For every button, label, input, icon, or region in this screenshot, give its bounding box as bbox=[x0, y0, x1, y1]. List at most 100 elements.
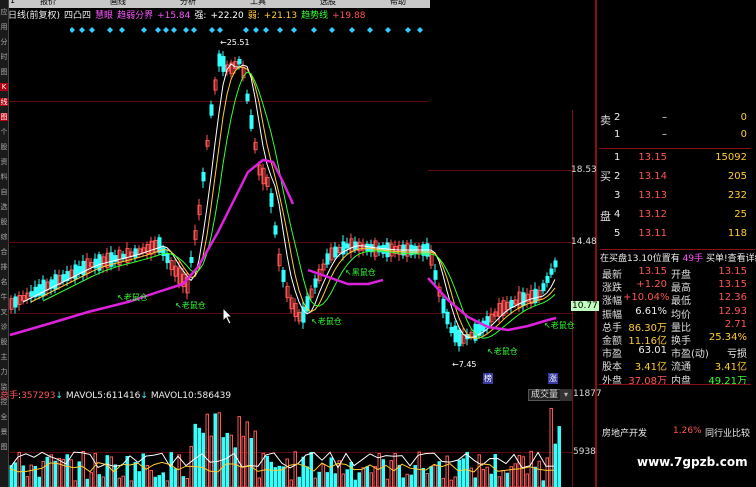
volume-bar bbox=[165, 480, 169, 487]
volume-bar bbox=[429, 466, 433, 487]
leftbar-tab[interactable]: 综 bbox=[0, 233, 8, 241]
volume-bar bbox=[405, 473, 409, 487]
volume-bar bbox=[297, 476, 301, 487]
menu-item[interactable]: 工具 bbox=[250, 0, 266, 7]
industry-compare-link[interactable]: 同行业比较 bbox=[705, 426, 750, 439]
leftbar-tab[interactable]: 图 bbox=[0, 443, 8, 451]
buy-level-row[interactable]: 3 13.13 232 bbox=[599, 190, 751, 207]
candle-body bbox=[273, 225, 278, 235]
volume-bar bbox=[173, 468, 177, 487]
volume-bar bbox=[21, 465, 25, 487]
candle-body bbox=[237, 59, 242, 65]
volume-bar bbox=[385, 478, 389, 487]
volume-bar bbox=[109, 456, 113, 487]
volume-bar bbox=[89, 472, 93, 487]
menu-item[interactable]: 帮助 bbox=[390, 0, 406, 7]
menu-item[interactable]: 1 bbox=[10, 0, 15, 5]
volume-bar bbox=[153, 476, 157, 487]
leftbar-tab[interactable]: 牛 bbox=[0, 293, 8, 301]
leftbar-tab[interactable]: 时 bbox=[0, 53, 8, 61]
volume-bar bbox=[477, 454, 481, 487]
volume-bar bbox=[461, 458, 465, 487]
leftbar-tab[interactable]: 资 bbox=[0, 158, 8, 166]
leftbar-tab[interactable]: 应 bbox=[0, 8, 8, 16]
candle-body bbox=[189, 257, 194, 263]
leftbar-tab[interactable]: 分 bbox=[0, 38, 8, 46]
leftbar-tab[interactable]: 料 bbox=[0, 173, 8, 181]
volume-bar bbox=[69, 459, 73, 487]
leftbar-tab[interactable]: 股 bbox=[0, 218, 8, 226]
buy-level-row[interactable]: 5 13.11 118 bbox=[599, 228, 751, 245]
sell-level-row[interactable]: 1–0 bbox=[599, 129, 751, 146]
volume-bar bbox=[513, 463, 517, 487]
leftbar-tab[interactable]: 主 bbox=[0, 353, 8, 361]
candle-body bbox=[381, 244, 386, 254]
volume-bar bbox=[433, 464, 437, 487]
leftbar-tab[interactable]: 线 bbox=[0, 98, 8, 106]
leftbar-tab[interactable]: 图 bbox=[0, 68, 8, 76]
volume-axis-label: 11877 bbox=[573, 389, 602, 399]
volume-bar bbox=[81, 450, 85, 487]
leftbar-tab[interactable]: 叉 bbox=[0, 308, 8, 316]
buy-level-row[interactable]: 4 13.12 25 bbox=[599, 209, 751, 226]
buy-level-row[interactable]: 1 13.15 15092 bbox=[599, 152, 751, 169]
leftbar-tab[interactable]: 选 bbox=[0, 203, 8, 211]
period-label[interactable]: 日线(前复权) bbox=[8, 11, 60, 21]
candle-body bbox=[541, 283, 546, 292]
candle-body bbox=[269, 193, 274, 207]
volume-bar bbox=[249, 438, 253, 487]
leftbar-tab[interactable]: 合 bbox=[0, 248, 8, 256]
volume-bar bbox=[17, 451, 21, 487]
volume-bar bbox=[13, 462, 17, 487]
volume-bar bbox=[369, 472, 373, 487]
leftbar-tab[interactable]: K bbox=[0, 83, 8, 91]
volume-bar bbox=[377, 453, 381, 487]
leftbar-tab[interactable]: 名 bbox=[0, 278, 8, 286]
quote-row: 振幅 6.61% 均价 12.93 bbox=[602, 305, 747, 321]
menu-item[interactable]: 画线 bbox=[110, 0, 126, 7]
leftbar-tab[interactable]: 股 bbox=[0, 143, 8, 151]
candle-body bbox=[345, 243, 350, 249]
rat-signal: ↖老鼠仓 bbox=[311, 317, 342, 326]
menu-item[interactable]: 报价 bbox=[40, 0, 56, 7]
leftbar-tab[interactable]: 景 bbox=[0, 428, 8, 436]
sell-level-row[interactable]: 2–0 bbox=[599, 112, 751, 129]
volume-bar bbox=[313, 477, 317, 487]
order-detail-link[interactable]: 买单!查看详细 bbox=[706, 254, 756, 264]
volume-bar bbox=[121, 475, 125, 487]
volume-bar bbox=[73, 480, 77, 487]
leftbar-tab[interactable]: 用 bbox=[0, 23, 8, 31]
buy-level-row[interactable]: 2 13.14 205 bbox=[599, 171, 751, 188]
volume-bar bbox=[505, 472, 509, 487]
leftbar-tab[interactable]: 全 bbox=[0, 413, 8, 421]
menu-item[interactable]: 分析 bbox=[180, 0, 196, 7]
leftbar-tab[interactable]: 个 bbox=[0, 128, 8, 136]
volume-bar bbox=[65, 454, 69, 487]
volume-bar bbox=[245, 421, 249, 487]
volume-bar bbox=[497, 476, 501, 487]
volume-bar bbox=[97, 474, 101, 487]
industry-bar[interactable]: 房地产开发 1.26% 同行业比较 bbox=[599, 425, 756, 439]
volume-bar bbox=[545, 457, 549, 487]
leftbar-tab[interactable]: 诊 bbox=[0, 323, 8, 331]
menu-item[interactable]: 选股 bbox=[320, 0, 336, 7]
volume-bar bbox=[125, 456, 129, 487]
candlestick-chart[interactable] bbox=[8, 22, 572, 388]
volume-bar bbox=[205, 413, 209, 487]
volume-chart[interactable] bbox=[8, 398, 572, 487]
leftbar-tab[interactable]: 排 bbox=[0, 263, 8, 271]
leftbar-tab[interactable]: 股 bbox=[0, 338, 8, 346]
volume-bar bbox=[169, 452, 173, 487]
leftbar-tab[interactable]: 自 bbox=[0, 188, 8, 196]
candle-body bbox=[165, 253, 170, 264]
leftbar-tab[interactable]: 图 bbox=[0, 113, 8, 121]
candle-body bbox=[325, 253, 330, 265]
volume-bar bbox=[361, 467, 365, 487]
leftbar-tab[interactable]: 力 bbox=[0, 368, 8, 376]
candle-body bbox=[77, 266, 82, 274]
volume-bar bbox=[161, 472, 165, 487]
large-order-notice: 在买盘13.10位置有 49手 买单!查看详细 bbox=[600, 249, 756, 265]
volume-bar bbox=[529, 450, 533, 487]
volume-bar bbox=[149, 469, 153, 487]
volume-bar bbox=[117, 477, 121, 487]
